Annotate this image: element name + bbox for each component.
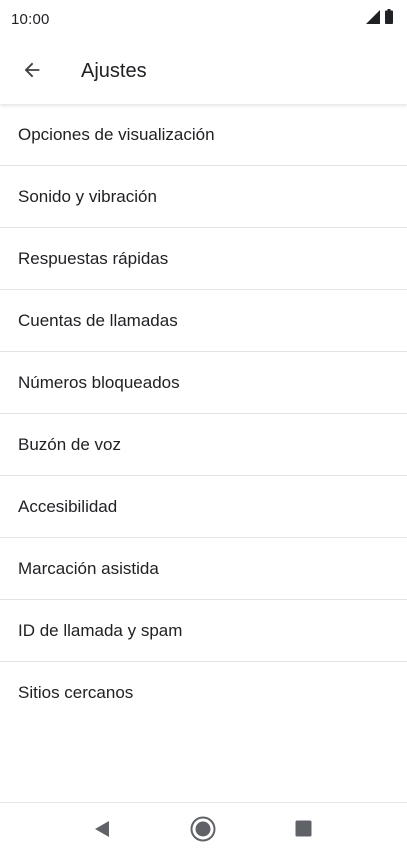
settings-item-label: Opciones de visualización	[18, 124, 215, 144]
settings-item-label: Sonido y vibración	[18, 186, 157, 206]
settings-item-label: Accesibilidad	[18, 496, 118, 516]
nav-recents-button[interactable]	[283, 811, 323, 851]
settings-item-label: ID de llamada y spam	[18, 620, 183, 640]
settings-item-caller-id-spam[interactable]: ID de llamada y spam	[0, 600, 407, 662]
settings-item-label: Respuestas rápidas	[18, 248, 169, 268]
signal-icon	[366, 9, 380, 29]
system-nav-bar	[0, 802, 407, 857]
status-time: 10:00	[11, 11, 50, 28]
settings-item-quick-responses[interactable]: Respuestas rápidas	[0, 228, 407, 290]
arrow-back-icon	[21, 59, 43, 86]
app-bar: Ajustes	[0, 40, 407, 104]
settings-item-voicemail[interactable]: Buzón de voz	[0, 414, 407, 476]
home-circle-icon	[190, 816, 216, 847]
battery-icon	[385, 9, 393, 29]
settings-item-display-options[interactable]: Opciones de visualización	[0, 104, 407, 166]
status-bar: 10:00	[0, 0, 407, 40]
settings-item-label: Números bloqueados	[18, 372, 180, 392]
settings-item-nearby-places[interactable]: Sitios cercanos	[0, 662, 407, 723]
settings-item-label: Cuentas de llamadas	[18, 310, 178, 330]
status-icons	[366, 9, 393, 29]
settings-item-label: Buzón de voz	[18, 434, 122, 454]
nav-back-button[interactable]	[82, 811, 122, 851]
settings-list: Opciones de visualización Sonido y vibra…	[0, 104, 407, 723]
back-triangle-icon	[93, 820, 111, 843]
nav-home-button[interactable]	[183, 811, 223, 851]
settings-item-accessibility[interactable]: Accesibilidad	[0, 476, 407, 538]
settings-item-assisted-dialing[interactable]: Marcación asistida	[0, 538, 407, 600]
settings-item-sound-vibration[interactable]: Sonido y vibración	[0, 166, 407, 228]
settings-item-label: Marcación asistida	[18, 558, 159, 578]
settings-item-calling-accounts[interactable]: Cuentas de llamadas	[0, 290, 407, 352]
recents-square-icon	[295, 820, 312, 842]
page-title: Ajustes	[81, 60, 147, 82]
back-button[interactable]	[12, 52, 52, 92]
settings-item-label: Sitios cercanos	[18, 682, 134, 702]
settings-item-blocked-numbers[interactable]: Números bloqueados	[0, 352, 407, 414]
